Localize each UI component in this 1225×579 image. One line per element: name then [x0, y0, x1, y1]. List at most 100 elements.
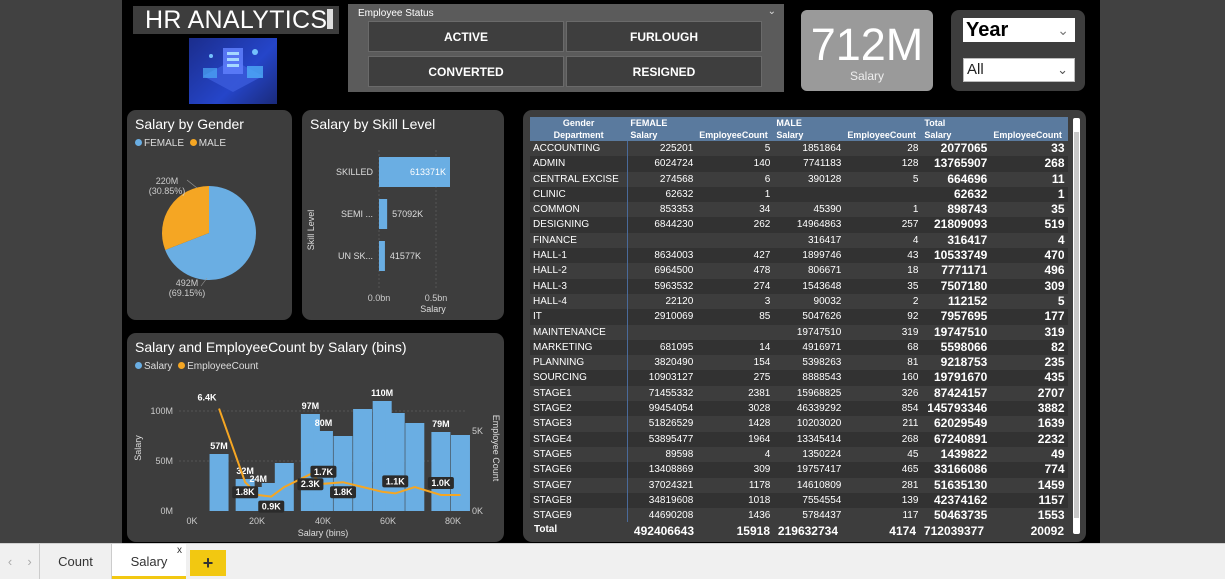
value-cell: 71455332 [626, 385, 697, 402]
value-cell: 5598066 [921, 339, 991, 356]
table-row[interactable]: FINANCE 316417 4 316417 4 [530, 232, 1068, 249]
table-row[interactable]: CENTRAL EXCISE 274568 6 390128 5 664696 11 [530, 171, 1068, 187]
value-cell: 145793346 [921, 401, 991, 417]
skill-bar[interactable] [379, 199, 388, 229]
count-data-label: 1.0K [431, 478, 451, 488]
value-cell: 7771171 [941, 263, 988, 278]
value-cell: 681095 [626, 339, 697, 356]
table-row[interactable]: CLINIC 62632 1 62632 1 [530, 186, 1068, 203]
add-page-button[interactable]: + [190, 550, 226, 576]
value-cell: 854 [844, 401, 922, 417]
salary-bin-bar[interactable] [209, 454, 229, 511]
value-cell: 128 [844, 156, 922, 172]
table-row[interactable]: HALL-3 5963532 274 1543648 35 7507180 309 [530, 278, 1068, 294]
close-icon[interactable]: x [177, 533, 182, 568]
status-resigned-button[interactable]: RESIGNED [566, 56, 762, 87]
value-cell: 140 [696, 156, 774, 172]
table-row[interactable]: ACCOUNTING 225201 5 1851864 28 2077065 33 [530, 141, 1068, 157]
table-row[interactable]: STAGE4 53895477 1964 13345414 268 67240891 223… [530, 431, 1068, 447]
value-cell: 21809093 [921, 217, 991, 233]
chevron-down-icon: ⌄ [1057, 62, 1068, 77]
header-female-salary[interactable]: Salary [627, 129, 697, 141]
tab-salary[interactable]: Salary x [112, 544, 186, 579]
count-data-label: 2.3K [301, 479, 321, 489]
year-dropdown[interactable]: All ⌄ [963, 58, 1075, 82]
tab-salary-label: Salary [130, 554, 168, 569]
department-cell: STAGE5 [533, 448, 572, 460]
status-furlough-button[interactable]: FURLOUGH [566, 21, 762, 52]
table-row[interactable]: COMMON 853353 34 45390 1 898743 35 [530, 202, 1068, 218]
value-cell: 3 [764, 295, 771, 307]
value-cell: 275 [696, 370, 774, 386]
salary-data-label: 80M [315, 418, 333, 428]
employee-status-slicer: Employee Status ⌄ ACTIVE FURLOUGH CONVER… [348, 4, 784, 92]
table-row[interactable]: STAGE7 37024321 1178 14610809 281 51635130 145… [530, 477, 1068, 493]
table-row[interactable]: STAGE8 34819608 1018 7554554 139 42374162 1157 [530, 492, 1068, 509]
matrix-scrollbar[interactable] [1073, 118, 1080, 534]
header-total-count[interactable]: EmployeeCount [990, 129, 1068, 141]
salary-bin-bar[interactable] [450, 435, 470, 511]
report-title-text: HR ANALYTICS [145, 6, 328, 34]
salary-data-label: 57M [210, 441, 228, 451]
tab-count[interactable]: Count [40, 544, 112, 579]
header-male-count[interactable]: EmployeeCount [844, 129, 922, 141]
header-gender: Gender [530, 117, 628, 129]
table-row[interactable]: SOURCING 10903127 275 8888543 160 19791670 435 [530, 370, 1068, 386]
table-row[interactable]: DESIGNING 6844230 262 14964863 257 21809093 51… [530, 217, 1068, 233]
value-cell: 11 [1051, 171, 1065, 186]
matrix-table: Gender FEMALE MALE Total Department Sala… [530, 117, 1068, 524]
value-cell: 6 [764, 173, 771, 185]
table-row[interactable]: STAGE2 99454054 3028 46339292 854 145793346 38… [530, 401, 1068, 417]
header-total-salary[interactable]: Salary [921, 129, 991, 141]
table-row[interactable]: STAGE3 51826529 1428 10203020 211 62029549 163… [530, 416, 1068, 432]
header-total: Total [921, 117, 991, 129]
table-row[interactable]: HALL-2 6964500 478 806671 18 7771171 496 [530, 263, 1068, 279]
table-row[interactable]: MAINTENANCE 19747510 319 19747510 319 [530, 324, 1068, 340]
value-cell: 1 [990, 186, 1068, 203]
table-row[interactable]: PLANNING 3820490 154 5398263 81 9218753 235 [530, 355, 1068, 371]
value-cell: 13765907 [921, 156, 991, 172]
department-cell: STAGE8 [530, 492, 628, 509]
table-row[interactable]: HALL-4 22120 3 90032 2 112152 5 [530, 293, 1068, 310]
tab-scroll-left-icon[interactable]: ‹ [0, 544, 20, 579]
table-row[interactable]: STAGE1 71455332 2381 15968825 326 87424157 270… [530, 385, 1068, 402]
year-value: All [967, 61, 984, 78]
table-row[interactable]: HALL-1 8634003 427 1899746 43 10533749 470 [530, 248, 1068, 264]
table-row[interactable]: STAGE6 13408869 309 19757417 465 33166086 774 [530, 462, 1068, 478]
value-cell: 1428 [748, 418, 771, 430]
department-cell: STAGE1 [533, 387, 572, 399]
tab-scroll-right-icon[interactable]: › [20, 544, 40, 579]
header-female-count[interactable]: EmployeeCount [696, 129, 774, 141]
table-row[interactable]: MARKETING 681095 14 4916971 68 5598066 82 [530, 339, 1068, 356]
value-cell: 478 [753, 265, 771, 277]
header-male-salary[interactable]: Salary [773, 129, 845, 141]
value-cell: 6844230 [626, 217, 697, 233]
report-title: HR ANALYTICS [133, 6, 339, 34]
value-cell: 81 [907, 357, 919, 369]
value-cell: 496 [1044, 263, 1065, 278]
salary-bin-bar[interactable] [431, 432, 451, 511]
salary-bin-bar[interactable] [405, 423, 425, 511]
scrollbar-thumb[interactable] [1074, 132, 1079, 518]
value-cell: 806671 [807, 265, 842, 277]
status-active-button[interactable]: ACTIVE [368, 21, 564, 52]
status-converted-button[interactable]: CONVERTED [368, 56, 564, 87]
value-cell: 89598 [626, 446, 697, 463]
table-row[interactable]: STAGE5 89598 4 1350224 45 1439822 49 [530, 446, 1068, 463]
salary-by-gender-card: Salary by Gender FEMALE MALE 220M (30.85… [127, 110, 292, 320]
department-cell: HALL-2 [533, 265, 567, 277]
total-male-salary: 219632734 [777, 524, 838, 538]
total-salary: 712039377 [923, 524, 984, 538]
chevron-down-icon[interactable]: ⌄ [768, 6, 776, 17]
header-department[interactable]: Department [530, 129, 628, 141]
department-cell: CLINIC [530, 186, 628, 203]
kpi-value: 712M [810, 19, 924, 70]
skill-bar[interactable] [379, 241, 385, 271]
table-row[interactable]: IT 2910069 85 5047626 92 7957695 177 [530, 309, 1068, 325]
salary-bin-bar[interactable] [385, 413, 405, 511]
value-cell [844, 186, 922, 203]
table-row[interactable]: ADMIN 6024724 140 7741183 128 13765907 268 [530, 156, 1068, 172]
value-cell: 14 [696, 339, 774, 356]
value-cell: 13408869 [626, 462, 697, 478]
value-cell: 34 [759, 204, 771, 216]
